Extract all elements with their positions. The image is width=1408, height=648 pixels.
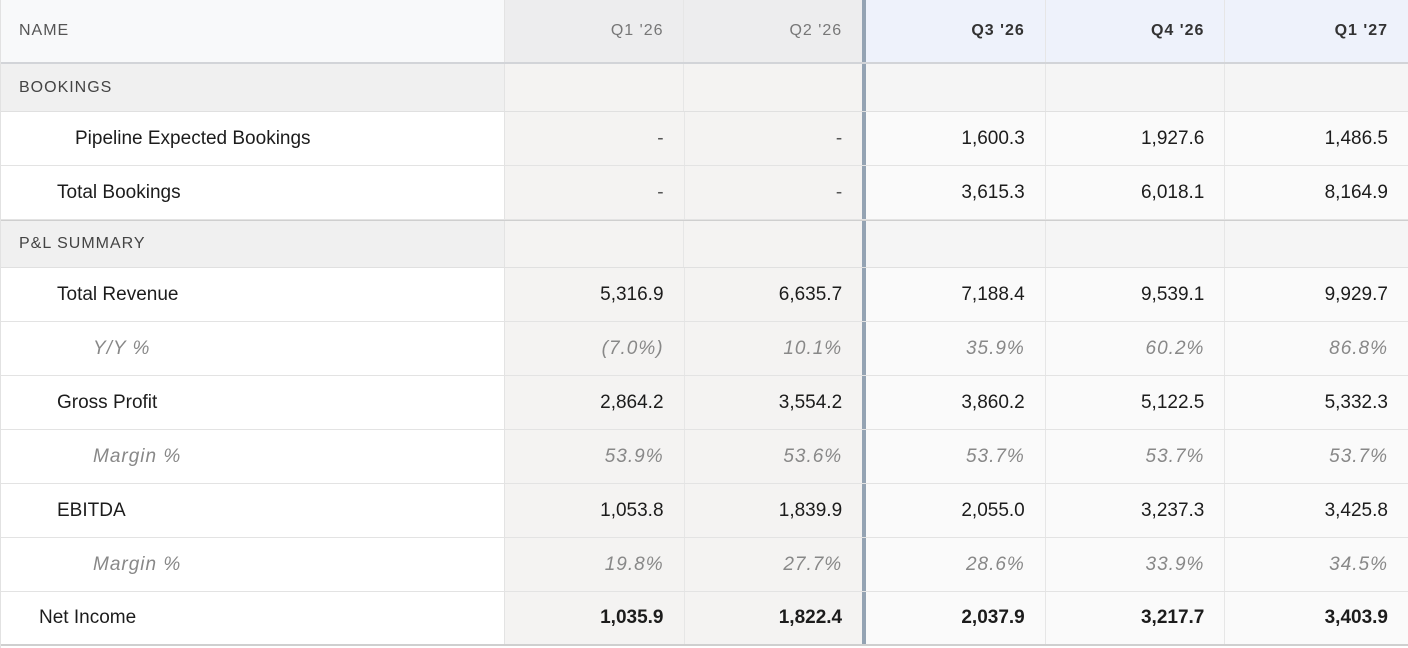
value-cell[interactable]: 53.7% — [1225, 430, 1408, 483]
value-cell[interactable]: 10.1% — [684, 322, 867, 375]
row-label: Margin % — [1, 430, 505, 483]
column-header-q1-27[interactable]: Q1 '27 — [1225, 0, 1408, 62]
column-header-q3-26[interactable]: Q3 '26 — [866, 0, 1046, 62]
row-label: Margin % — [1, 538, 505, 591]
section-cell — [1225, 221, 1408, 267]
value-cell[interactable]: 3,554.2 — [684, 376, 867, 429]
value-cell[interactable]: 33.9% — [1045, 538, 1226, 591]
value-cell[interactable]: - — [684, 112, 867, 165]
value-cell[interactable]: 53.9% — [504, 430, 685, 483]
value-cell[interactable]: 6,018.1 — [1045, 166, 1226, 219]
table-row-gross-profit[interactable]: Gross Profit 2,864.2 3,554.2 3,860.2 5,1… — [1, 376, 1408, 430]
value-cell[interactable]: 53.7% — [866, 430, 1046, 483]
column-header-q1-26[interactable]: Q1 '26 — [504, 0, 685, 62]
row-label: Net Income — [1, 592, 505, 644]
value-cell[interactable]: 1,927.6 — [1045, 112, 1226, 165]
value-cell[interactable]: 5,332.3 — [1225, 376, 1408, 429]
financial-summary-grid: NAME Q1 '26 Q2 '26 Q3 '26 Q4 '26 Q1 '27 … — [0, 0, 1408, 648]
table-row-net-income[interactable]: Net Income 1,035.9 1,822.4 2,037.9 3,217… — [1, 592, 1408, 646]
row-label: Y/Y % — [1, 322, 505, 375]
table-row-total-revenue[interactable]: Total Revenue 5,316.9 6,635.7 7,188.4 9,… — [1, 268, 1408, 322]
value-cell[interactable]: 3,217.7 — [1045, 592, 1226, 644]
value-cell[interactable]: - — [504, 166, 685, 219]
value-cell[interactable]: 60.2% — [1045, 322, 1226, 375]
column-header-q4-26[interactable]: Q4 '26 — [1045, 0, 1226, 62]
value-cell[interactable]: 3,237.3 — [1045, 484, 1226, 537]
value-cell[interactable]: 6,635.7 — [684, 268, 867, 321]
value-cell[interactable]: 3,615.3 — [866, 166, 1046, 219]
section-row-bookings[interactable]: BOOKINGS — [1, 64, 1408, 112]
value-cell[interactable]: 3,860.2 — [866, 376, 1046, 429]
value-cell[interactable]: 5,122.5 — [1045, 376, 1226, 429]
value-cell[interactable]: 34.5% — [1225, 538, 1408, 591]
table-row-pipeline-expected-bookings[interactable]: Pipeline Expected Bookings - - 1,600.3 1… — [1, 112, 1408, 166]
column-header-q2-26[interactable]: Q2 '26 — [684, 0, 867, 62]
value-cell[interactable]: 8,164.9 — [1225, 166, 1408, 219]
value-cell[interactable]: 28.6% — [866, 538, 1046, 591]
value-cell[interactable]: 53.6% — [684, 430, 867, 483]
value-cell[interactable]: 1,053.8 — [504, 484, 685, 537]
value-cell[interactable]: 1,822.4 — [684, 592, 867, 644]
value-cell[interactable]: 2,037.9 — [866, 592, 1046, 644]
table-row-ebitda[interactable]: EBITDA 1,053.8 1,839.9 2,055.0 3,237.3 3… — [1, 484, 1408, 538]
section-cell — [684, 221, 867, 267]
value-cell[interactable]: 1,600.3 — [866, 112, 1046, 165]
row-label: Total Revenue — [1, 268, 505, 321]
row-label: Pipeline Expected Bookings — [1, 112, 505, 165]
value-cell[interactable]: (7.0%) — [504, 322, 685, 375]
value-cell[interactable]: 5,316.9 — [504, 268, 685, 321]
value-cell[interactable]: 3,425.8 — [1225, 484, 1408, 537]
section-cell — [1045, 221, 1226, 267]
section-cell — [1225, 64, 1408, 111]
value-cell[interactable]: 9,929.7 — [1225, 268, 1408, 321]
value-cell[interactable]: - — [684, 166, 867, 219]
value-cell[interactable]: 2,864.2 — [504, 376, 685, 429]
row-label: Total Bookings — [1, 166, 505, 219]
value-cell[interactable]: 19.8% — [504, 538, 685, 591]
value-cell[interactable]: 35.9% — [866, 322, 1046, 375]
row-label: EBITDA — [1, 484, 505, 537]
value-cell[interactable]: 27.7% — [684, 538, 867, 591]
value-cell[interactable]: 3,403.9 — [1225, 592, 1408, 644]
table-row-ebitda-margin[interactable]: Margin % 19.8% 27.7% 28.6% 33.9% 34.5% — [1, 538, 1408, 592]
table-row-total-bookings[interactable]: Total Bookings - - 3,615.3 6,018.1 8,164… — [1, 166, 1408, 220]
section-cell — [866, 64, 1046, 111]
value-cell[interactable]: 86.8% — [1225, 322, 1408, 375]
section-cell — [1045, 64, 1226, 111]
value-cell[interactable]: 1,486.5 — [1225, 112, 1408, 165]
value-cell[interactable]: 1,839.9 — [684, 484, 867, 537]
value-cell[interactable]: 53.7% — [1045, 430, 1226, 483]
value-cell[interactable]: 1,035.9 — [504, 592, 685, 644]
section-row-pl-summary[interactable]: P&L SUMMARY — [1, 220, 1408, 268]
section-cell — [866, 221, 1046, 267]
section-cell — [684, 64, 867, 111]
row-label: Gross Profit — [1, 376, 505, 429]
table-row-gross-margin[interactable]: Margin % 53.9% 53.6% 53.7% 53.7% 53.7% — [1, 430, 1408, 484]
value-cell[interactable]: 7,188.4 — [866, 268, 1046, 321]
section-label: P&L SUMMARY — [1, 221, 505, 267]
section-cell — [504, 221, 685, 267]
value-cell[interactable]: 2,055.0 — [866, 484, 1046, 537]
value-cell[interactable]: 9,539.1 — [1045, 268, 1226, 321]
section-cell — [504, 64, 685, 111]
value-cell[interactable]: - — [504, 112, 685, 165]
column-header-name[interactable]: NAME — [1, 0, 505, 62]
section-label: BOOKINGS — [1, 64, 505, 111]
column-header-row: NAME Q1 '26 Q2 '26 Q3 '26 Q4 '26 Q1 '27 — [1, 0, 1408, 64]
table-row-yoy-percent[interactable]: Y/Y % (7.0%) 10.1% 35.9% 60.2% 86.8% — [1, 322, 1408, 376]
